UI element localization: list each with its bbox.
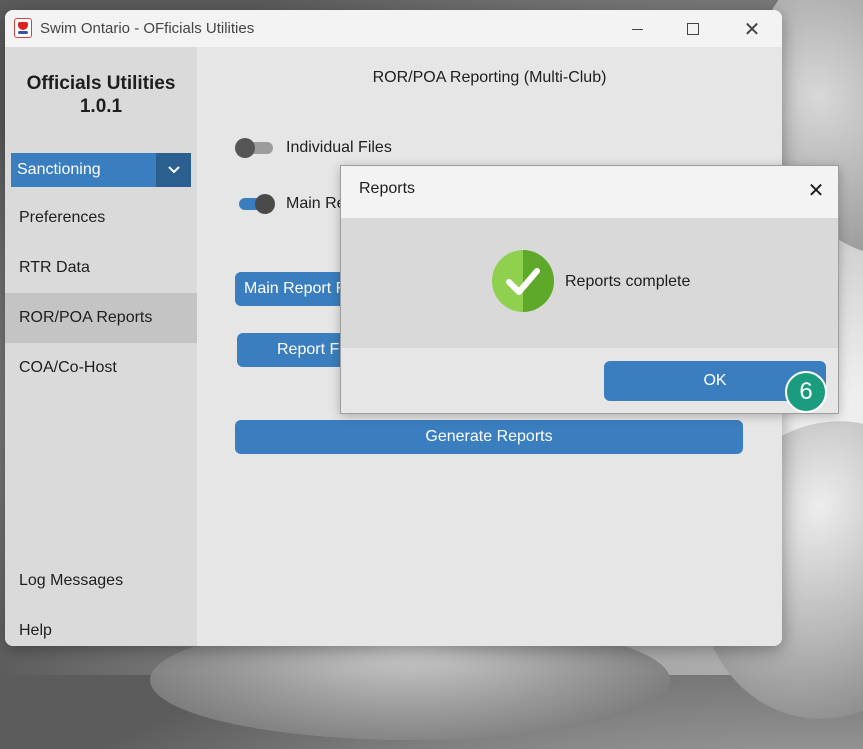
dialog-title-bar[interactable]: Reports ✕ [341, 166, 838, 218]
section-dropdown-value: Sanctioning [17, 161, 101, 178]
toggle-knob [255, 194, 275, 214]
toggle-label: Main Re [286, 195, 346, 212]
sidebar-item-help[interactable]: Help [5, 606, 197, 646]
success-check-icon [492, 250, 554, 312]
sidebar-item-label: COA/Co-Host [19, 359, 117, 376]
dialog-title: Reports [359, 180, 416, 197]
step-number-badge: 6 [785, 371, 827, 413]
chevron-down-icon [167, 166, 180, 174]
swim-ontario-logo-icon [14, 18, 32, 38]
sidebar-item-preferences[interactable]: Preferences [5, 193, 197, 243]
button-label: OK [703, 372, 727, 389]
maximize-button[interactable] [673, 16, 713, 42]
dropdown-toggle-button[interactable] [156, 153, 191, 187]
button-label: Generate Reports [425, 428, 553, 445]
app-title-name: Officials Utilities [26, 73, 176, 94]
minimize-icon [631, 28, 643, 30]
sidebar-item-label: RTR Data [19, 259, 90, 276]
individual-files-toggle[interactable] [235, 138, 275, 158]
toggle-label: Individual Files [286, 139, 392, 156]
sidebar: Officials Utilities 1.0.1 Sanctioning Pr… [5, 47, 197, 646]
title-bar[interactable]: Swim Ontario - OFficials Utilities ✕ [5, 10, 782, 47]
individual-files-toggle-row: Individual Files [235, 138, 392, 158]
close-icon: ✕ [743, 18, 761, 41]
dialog-close-button[interactable]: ✕ [804, 178, 828, 203]
button-label: Main Report F [244, 280, 346, 297]
sidebar-item-label: Preferences [19, 209, 106, 226]
app-title: Officials Utilities 1.0.1 [5, 72, 197, 118]
sidebar-item-label: Log Messages [19, 572, 124, 589]
main-report-toggle[interactable] [235, 194, 275, 214]
page-title: ROR/POA Reporting (Multi-Club) [372, 69, 607, 86]
sidebar-item-rtr-data[interactable]: RTR Data [5, 243, 197, 293]
app-version: 1.0.1 [79, 96, 123, 117]
section-dropdown[interactable]: Sanctioning [11, 153, 191, 187]
sidebar-item-label: ROR/POA Reports [19, 309, 153, 326]
dialog-body: Reports complete [341, 218, 838, 348]
dialog-message: Reports complete [565, 273, 691, 290]
close-button[interactable]: ✕ [732, 16, 772, 42]
close-icon: ✕ [807, 180, 825, 202]
toggle-knob [235, 138, 255, 158]
button-label: Report Fo [277, 341, 349, 358]
window-title: Swim Ontario - OFficials Utilities [40, 20, 255, 37]
sidebar-item-log-messages[interactable]: Log Messages [5, 556, 197, 606]
sidebar-item-ror-poa-reports[interactable]: ROR/POA Reports [5, 293, 197, 343]
minimize-button[interactable] [617, 16, 657, 42]
sidebar-item-label: Help [19, 622, 52, 639]
main-report-toggle-row: Main Re [235, 194, 346, 214]
sidebar-item-coa-co-host[interactable]: COA/Co-Host [5, 343, 197, 393]
maximize-icon [687, 23, 699, 35]
reports-dialog: Reports ✕ Reports complete OK [340, 165, 839, 414]
step-number: 6 [799, 378, 813, 405]
generate-reports-button[interactable]: Generate Reports [235, 420, 743, 454]
